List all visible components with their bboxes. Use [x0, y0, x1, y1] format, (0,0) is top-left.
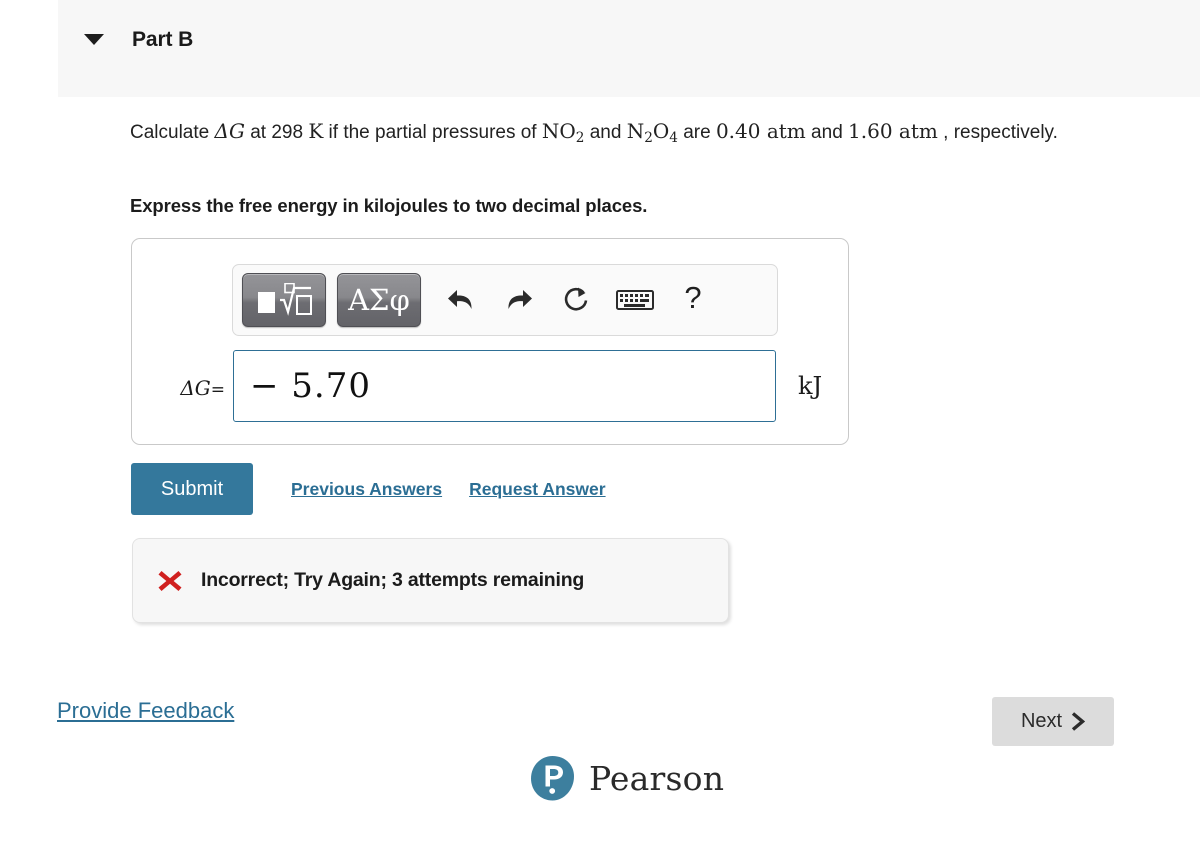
help-button[interactable]: ?: [664, 271, 722, 329]
chevron-right-icon: [1071, 712, 1086, 731]
answer-input-container: ΑΣφ ? ΔG= − 5.70 kJ: [131, 238, 849, 445]
math-n2o4-sub2: 4: [669, 129, 678, 146]
unit-label: kJ: [798, 372, 823, 400]
question-statement: Calculate ΔG at 298 K if the partial pre…: [130, 118, 1140, 152]
keyboard-icon: [616, 290, 654, 310]
equals-sign: =: [210, 379, 225, 400]
next-button[interactable]: Next: [992, 697, 1114, 746]
feedback-banner: Incorrect; Try Again; 3 attempts remaini…: [132, 538, 729, 623]
question-text-line-2: respectively.: [953, 122, 1058, 143]
next-button-label: Next: [1020, 710, 1063, 732]
reset-circular-arrow-icon: [564, 287, 588, 311]
part-header-band: Part B: [58, 0, 1200, 97]
feedback-message: Incorrect; Try Again; 3 attempts remaini…: [201, 569, 585, 591]
math-template-icon: [258, 283, 312, 316]
undo-arrow-icon: [448, 290, 472, 309]
question-text-part-4: and: [584, 122, 627, 143]
question-text-part-6: and: [805, 122, 849, 143]
keyboard-button[interactable]: [606, 273, 664, 327]
reset-button[interactable]: [548, 273, 606, 327]
math-editor-toolbar: ΑΣφ ?: [232, 264, 778, 336]
math-n2o4: N2O4: [626, 119, 678, 146]
variable-symbol: ΔG: [180, 375, 211, 400]
pearson-wordmark: Pearson: [589, 759, 725, 798]
greek-symbols-label: ΑΣφ: [348, 283, 410, 317]
math-delta-g: ΔG: [214, 119, 245, 143]
undo-button[interactable]: [432, 273, 490, 327]
redo-button[interactable]: [490, 273, 548, 327]
question-text-part-1: Calculate: [130, 122, 215, 143]
pearson-mark-icon: [531, 756, 574, 801]
pearson-logo: Pearson: [529, 755, 724, 802]
answer-actions: Submit Previous Answers Request Answer: [131, 463, 606, 515]
answer-entry-row: ΔG= − 5.70 kJ: [132, 349, 850, 423]
request-answer-link[interactable]: Request Answer: [469, 479, 605, 500]
x-mark-glyph: [158, 570, 182, 591]
chevron-right-glyph: [1071, 712, 1086, 731]
provide-feedback-link[interactable]: Provide Feedback: [57, 698, 234, 724]
math-no2-base: NO: [541, 119, 576, 143]
answer-input[interactable]: − 5.70: [233, 350, 776, 422]
answer-instruction: Express the free energy in kilojoules to…: [130, 195, 648, 216]
previous-answers-link[interactable]: Previous Answers: [291, 479, 442, 500]
math-n2o4-o: O: [652, 119, 670, 143]
math-template-button[interactable]: [242, 273, 326, 327]
question-text-part-5: are: [677, 122, 716, 143]
greek-symbols-button[interactable]: ΑΣφ: [337, 273, 421, 327]
question-text-part-7: ,: [937, 122, 949, 143]
part-b-question-page: Part B Calculate ΔG at 298 K if the part…: [0, 0, 1200, 844]
variable-label: ΔG=: [132, 372, 233, 401]
submit-button[interactable]: Submit: [131, 463, 253, 515]
math-n2o4-n: N: [626, 119, 645, 143]
pressure-value-n2o4: 1.60 atm: [848, 119, 938, 143]
triangle-down-icon[interactable]: [84, 34, 104, 45]
math-no2: NO2: [541, 119, 585, 146]
help-icon: ?: [684, 280, 702, 315]
math-kelvin: K: [308, 119, 324, 143]
page-title: Part B: [132, 27, 194, 51]
question-text-part-2: at 298: [244, 122, 309, 143]
pressure-value-no2: 0.40 atm: [715, 119, 806, 143]
x-mark-icon: [157, 568, 183, 594]
question-text-part-3: if the partial pressures of: [323, 122, 542, 143]
redo-arrow-icon: [508, 290, 532, 309]
math-n2o4-sub1: 2: [644, 129, 653, 146]
